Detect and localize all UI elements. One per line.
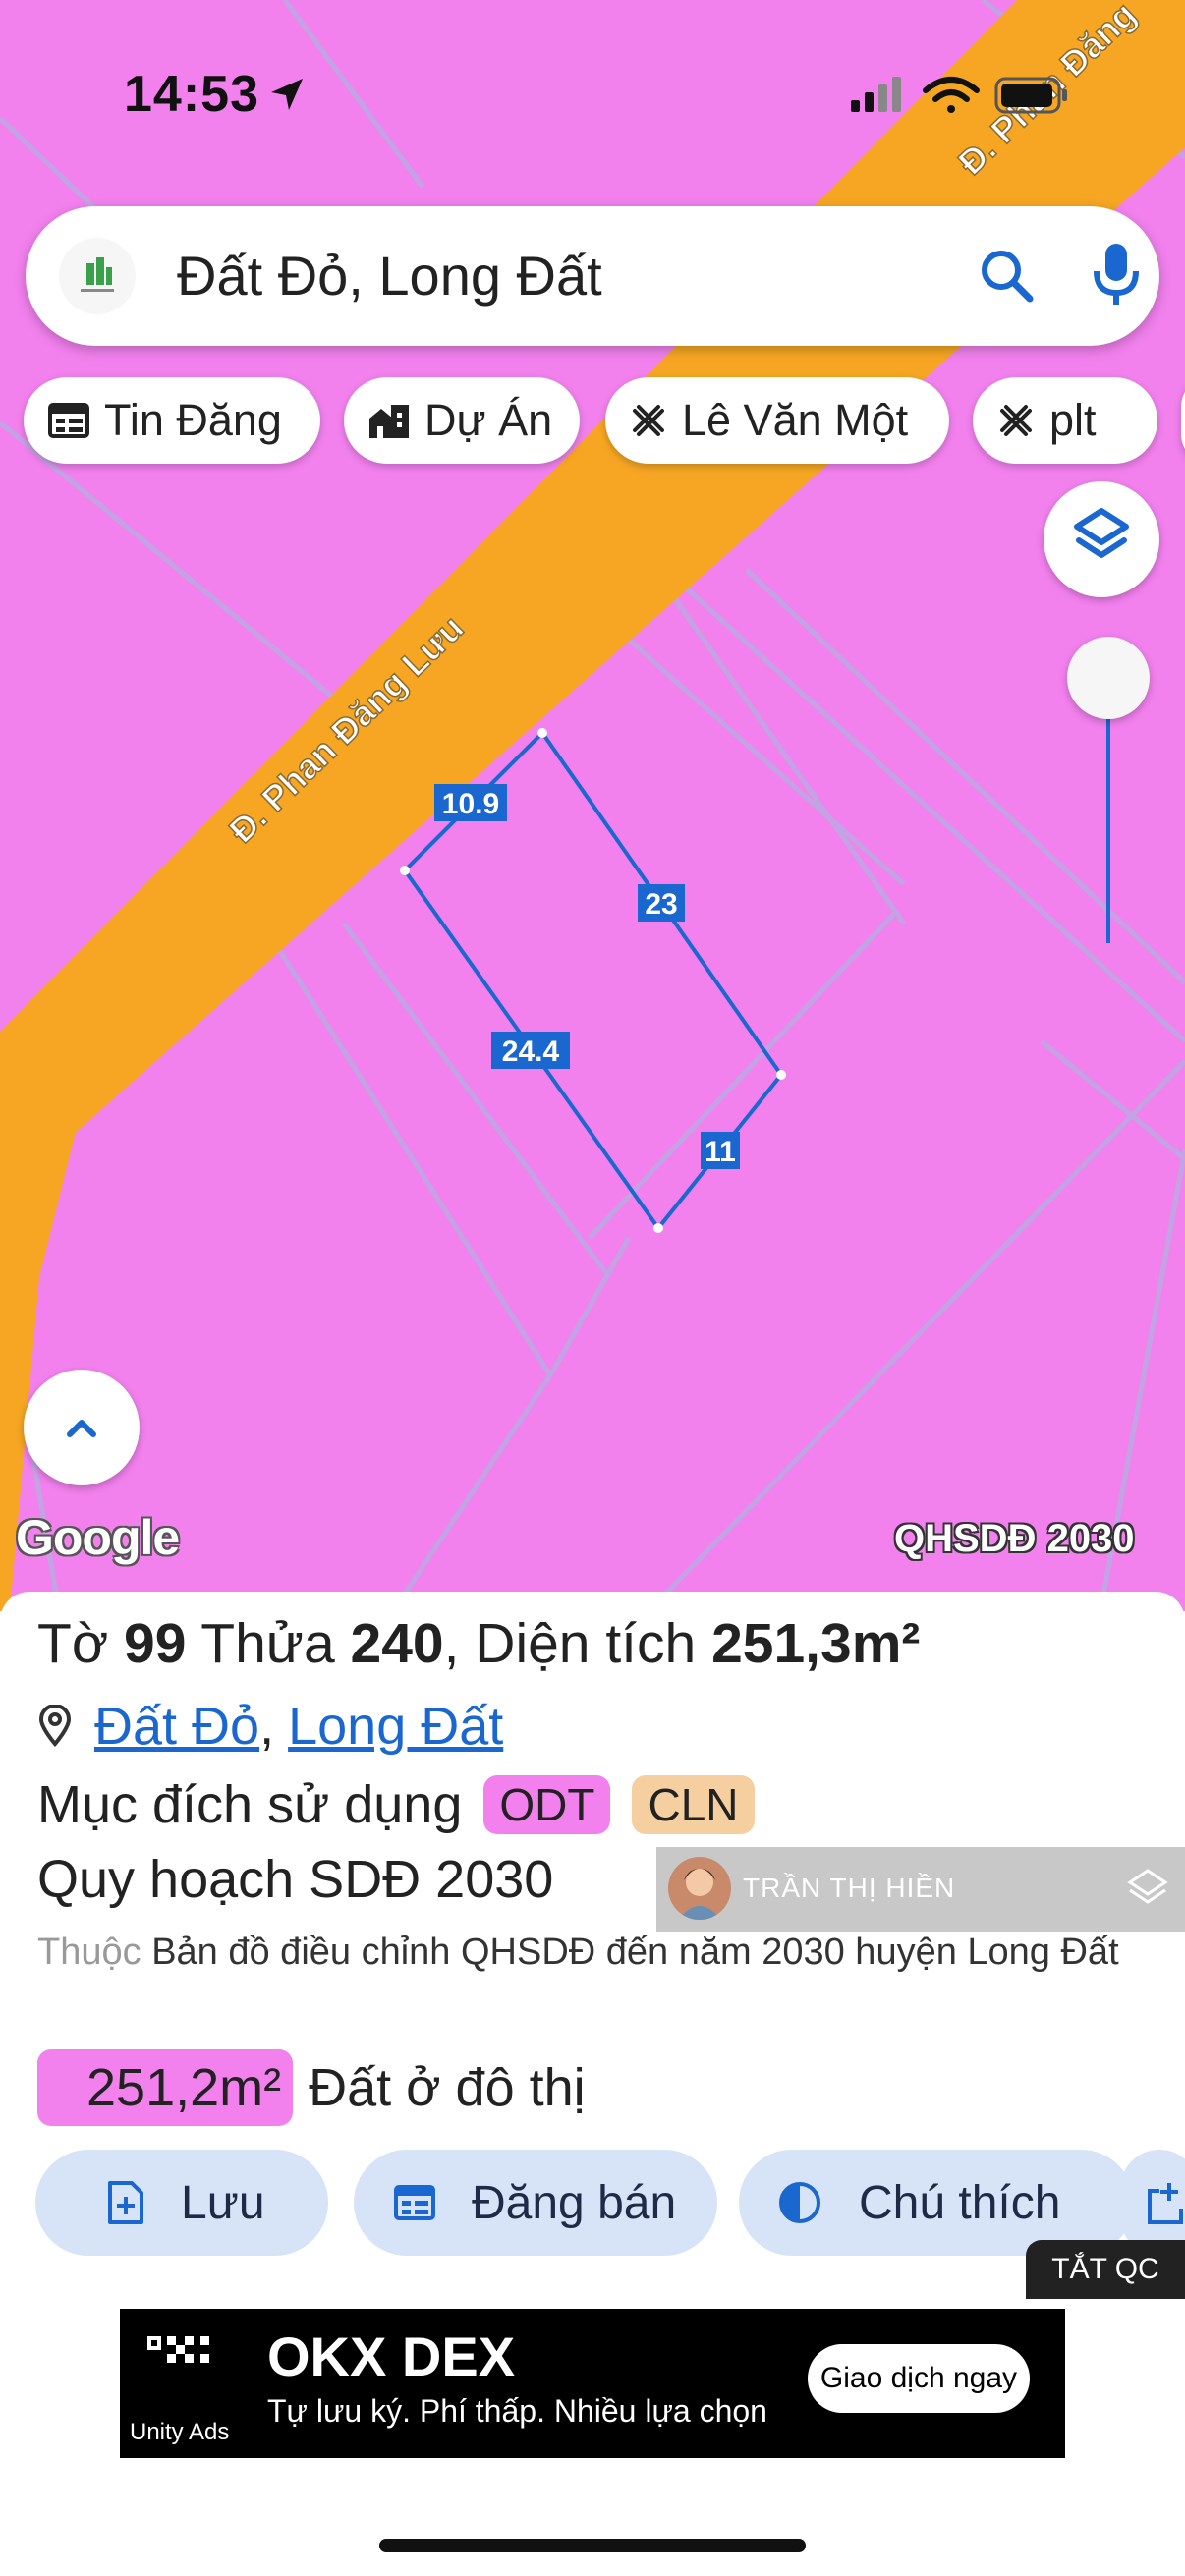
land-use-purpose: Mục đích sử dụng ODT CLN [37,1774,755,1835]
parcel-vertex [537,728,547,738]
add-file-icon [108,2181,143,2224]
edge-label-right: 23 [638,884,685,922]
planning-heading: Quy hoạch SDĐ 2030 [37,1850,554,1909]
calendar-list-icon [48,403,89,438]
wifi-icon [923,77,980,113]
cross-tools-icon [633,405,664,436]
lot-number: 240 [350,1612,444,1675]
svg-text:10.9: 10.9 [442,788,499,820]
map-layer-badge: QHSDĐ 2030 [894,1517,1135,1560]
edge-label-top: 10.9 [434,784,507,821]
purpose-tag-odt[interactable]: ODT [483,1775,611,1834]
parcel-area: 251,3m² [711,1612,921,1675]
svg-text:23: 23 [645,888,677,921]
layers-icon [1074,508,1129,558]
parcel-title: Tờ 99 Thửa 240, Diện tích 251,3m² [37,1612,921,1675]
cross-tools-icon [1000,405,1032,436]
search-icon [982,251,1034,303]
cellular-signal-icon [851,77,901,112]
post-sale-button[interactable]: Đăng bán [354,2150,717,2256]
edge-label-bottom: 11 [701,1132,740,1169]
search-input[interactable]: Đất Đỏ, Long Đất [177,244,602,308]
location-arrow-icon [271,79,303,110]
ad-brand: OKX DEX [267,2325,516,2387]
parcel-vertex [653,1223,663,1233]
location-pin-icon [38,1705,72,1748]
filter-chips: Tin Đăng Dự Án Lê Văn Một plt [24,377,1185,466]
status-icons [851,77,1067,114]
sheet-number: 99 [124,1612,187,1675]
chip-more[interactable] [1181,377,1185,464]
address-district-link[interactable]: Long Đất [288,1696,503,1757]
edge-label-left: 24.4 [491,1032,570,1069]
parcel-vertex [400,866,410,875]
add-image-icon [1148,2183,1183,2224]
chip-le-van-mot[interactable]: Lê Văn Một [605,377,949,464]
search-button[interactable] [977,246,1038,311]
chip-label: plt [1049,395,1097,445]
address-commune-link[interactable]: Đất Đỏ [94,1696,259,1757]
expand-up-button[interactable] [24,1370,140,1485]
area-value-badge: 251,2m² [37,2049,294,2126]
save-button[interactable]: Lưu [35,2150,328,2256]
ad-tagline: Tự lưu ký. Phí thấp. Nhiều lựa chọn [267,2393,767,2429]
okx-logo-icon [147,2336,209,2363]
layers-button[interactable] [1044,481,1159,597]
chip-label: Tin Đăng [104,395,282,445]
calendar-list-icon [394,2185,435,2220]
chip-tin-dang[interactable]: Tin Đăng [24,377,320,464]
land-type-label: Đất ở đô thị [309,2058,586,2117]
zoom-slider-knob[interactable] [1067,637,1150,719]
chevron-up-icon [67,1420,96,1437]
contact-overlay[interactable]: TRẦN THỊ HIỀN [656,1847,1185,1932]
app-logo-icon[interactable] [59,238,136,314]
parcel-address: Đất Đỏ, Long Đất [37,1696,503,1757]
parcel-vertex [776,1070,786,1080]
action-buttons: Lưu Đăng bán Chú thích [35,2150,1185,2256]
microphone-icon [1094,244,1139,305]
avatar [668,1857,731,1920]
google-logo: Google [16,1510,180,1565]
purpose-tag-cln[interactable]: CLN [632,1775,755,1834]
ad-provider-label: Unity Ads [130,2419,230,2445]
svg-text:11: 11 [705,1136,736,1168]
chip-du-an[interactable]: Dự Án [344,377,580,464]
planning-source: Thuộc Bản đồ điều chỉnh QHSDĐ đến năm 20… [37,1932,1119,1973]
ad-cta-button[interactable]: Giao dịch ngay [808,2344,1030,2413]
ad-banner[interactable]: OKX DEX Tự lưu ký. Phí thấp. Nhiều lựa c… [120,2309,1065,2458]
chip-plt[interactable]: plt [973,377,1157,464]
battery-icon [994,77,1067,114]
land-area-row: 251,2m² Đất ở đô thị [37,2049,586,2126]
buildings-icon [369,405,409,438]
svg-text:24.4: 24.4 [502,1036,560,1068]
chip-label: Lê Văn Một [682,395,909,445]
status-time: 14:53 [124,66,259,123]
contrast-icon [779,2182,820,2223]
ad-close-button[interactable]: TẮT QC [1026,2240,1185,2299]
contact-name: TRẦN THỊ HIỀN [743,1873,956,1903]
chip-label: Dự Án [424,395,553,445]
voice-search-button[interactable] [1089,240,1144,315]
zoom-slider-track[interactable] [1106,709,1110,943]
status-bar: 14:53 [0,0,1185,196]
search-bar[interactable]: Đất Đỏ, Long Đất [26,206,1159,346]
stack-icon [1127,1869,1168,1904]
home-indicator[interactable] [379,2539,806,2552]
